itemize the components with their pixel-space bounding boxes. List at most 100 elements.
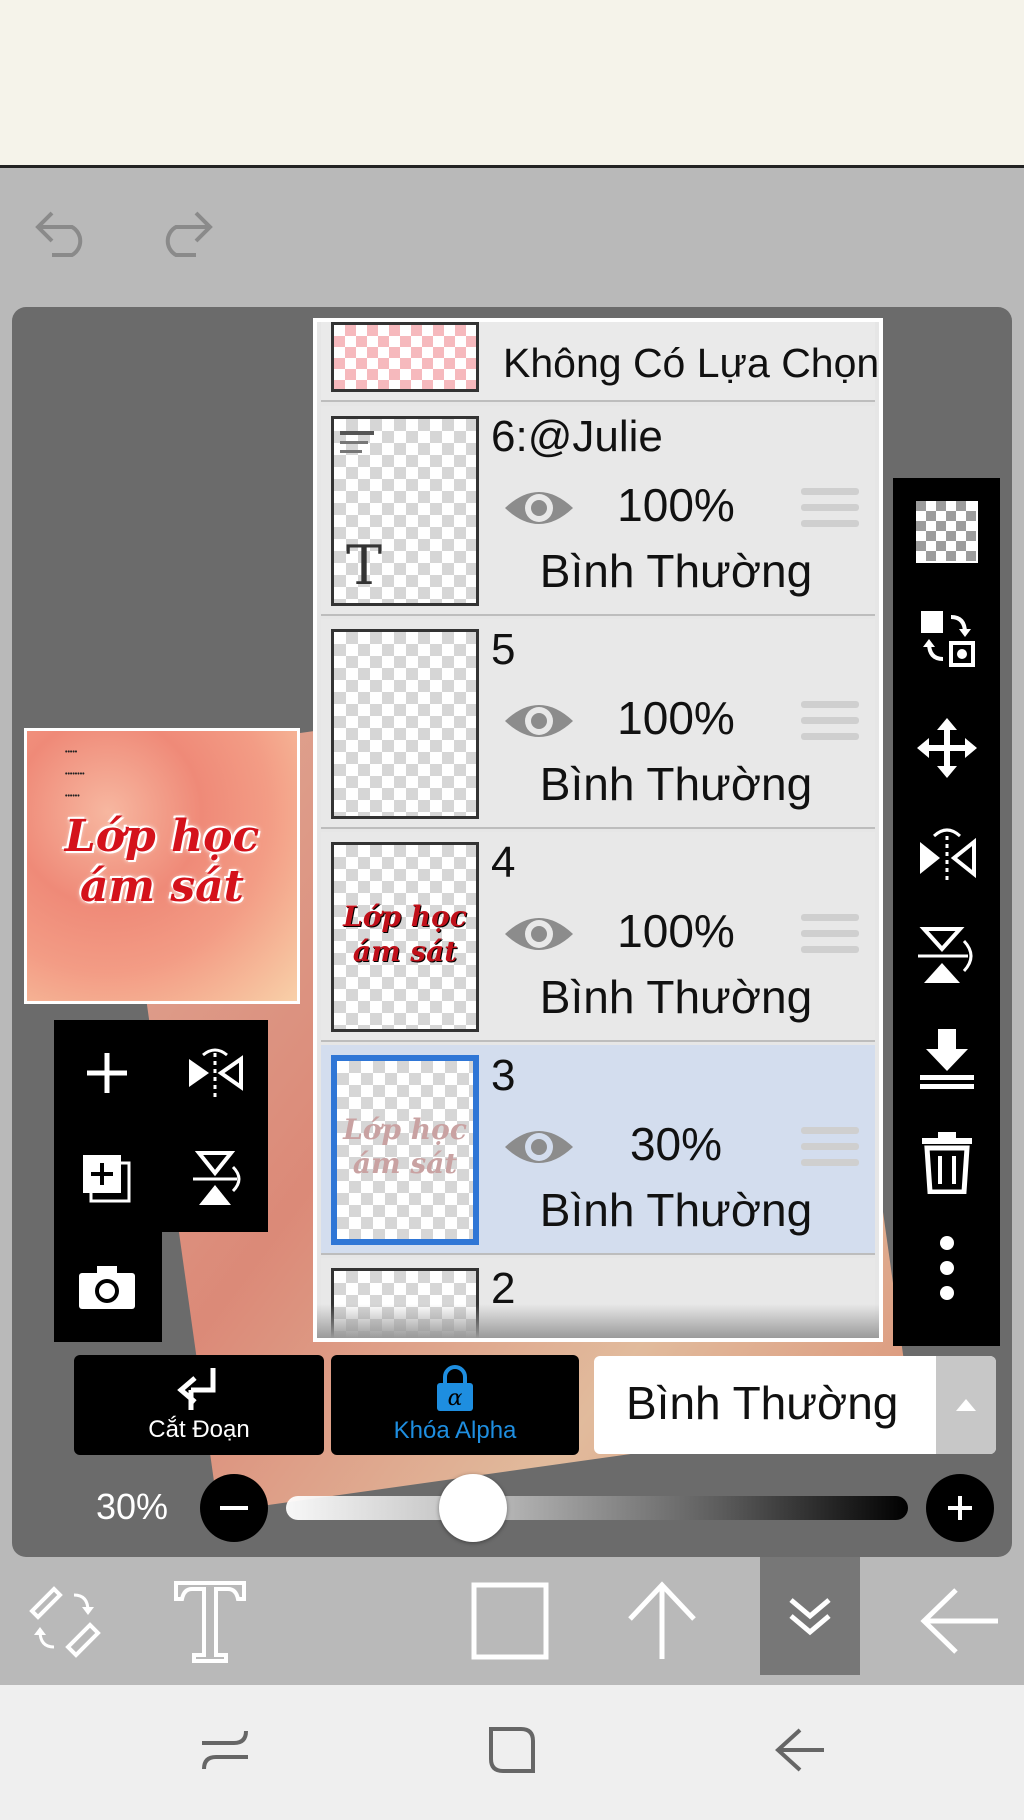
layer-name: 4 — [491, 838, 516, 887]
layer-thumbnail: Lớp học ám sát — [331, 842, 479, 1032]
plus-icon — [948, 1496, 972, 1520]
thumbnail-text-line2: ám sát — [352, 935, 458, 968]
layer-thumbnail — [331, 629, 479, 819]
clipping-label: Cắt Đoạn — [148, 1416, 250, 1443]
brush-eraser-toggle[interactable] — [14, 1567, 114, 1675]
flip-horizontal-button[interactable] — [162, 1020, 268, 1126]
redo-button[interactable] — [150, 200, 220, 264]
flip-vertical-layer-button[interactable] — [893, 906, 1000, 1006]
visibility-toggle[interactable] — [501, 482, 577, 534]
flip-vertical-icon — [193, 1151, 241, 1205]
recent-apps-button[interactable] — [185, 1715, 265, 1785]
camera-icon — [79, 1266, 135, 1309]
left-tool-palette — [54, 1020, 268, 1232]
text-tool-button[interactable] — [160, 1567, 260, 1675]
flip-horizontal-icon — [919, 828, 976, 880]
home-button[interactable] — [472, 1715, 552, 1785]
brush-eraser-icon — [29, 1586, 101, 1658]
drag-handle[interactable] — [801, 488, 859, 536]
system-back-button[interactable] — [760, 1715, 840, 1785]
delete-layer-button[interactable] — [893, 1112, 1000, 1212]
eye-icon — [505, 492, 573, 524]
alpha-lock-label: Khóa Alpha — [393, 1417, 517, 1444]
selection-layer-row[interactable]: Không Có Lựa Chọn — [321, 322, 879, 402]
drag-handle[interactable] — [801, 701, 859, 749]
back-button[interactable] — [910, 1567, 1010, 1675]
thumbnail-text-line2: ám sát — [352, 1147, 458, 1180]
layer-name: 5 — [491, 625, 516, 674]
layer-opacity: 100% — [617, 905, 735, 957]
opacity-slider-track[interactable] — [286, 1496, 908, 1520]
clip-arrow-icon — [177, 1368, 216, 1410]
recent-apps-icon — [202, 1730, 248, 1770]
opacity-slider-thumb[interactable] — [438, 1474, 507, 1542]
layers-panel-toggle[interactable] — [760, 1557, 860, 1675]
opacity-increase-button[interactable] — [926, 1474, 994, 1542]
drag-handle[interactable] — [801, 914, 859, 962]
layer-thumbnail: T — [331, 416, 479, 606]
layer-name: 6:@Julie — [491, 412, 663, 461]
top-status-area — [0, 0, 1024, 168]
transparent-fill-button[interactable] — [893, 482, 1000, 582]
undo-button[interactable] — [28, 200, 98, 264]
blend-mode-dropdown-toggle[interactable] — [936, 1356, 996, 1454]
layer-blend-mode: Bình Thường — [539, 1184, 813, 1236]
swap-icon — [920, 611, 975, 667]
arrow-left-icon — [920, 1588, 998, 1654]
text-tool-icon — [174, 1581, 246, 1663]
add-layer-button[interactable] — [54, 1020, 160, 1126]
move-layer-up-button[interactable] — [612, 1567, 712, 1675]
layer-opacity: 100% — [617, 479, 735, 531]
layer-thumbnail: Lớp học ám sát — [331, 1055, 479, 1245]
opacity-decrease-button[interactable] — [200, 1474, 268, 1542]
bottom-toolbar — [0, 1557, 1024, 1685]
visibility-toggle[interactable] — [501, 1121, 577, 1173]
blend-mode-select[interactable]: Bình Thường — [594, 1356, 996, 1454]
undo-icon — [35, 211, 83, 257]
move-button[interactable] — [893, 698, 1000, 798]
alpha-lock-button[interactable]: α Khóa Alpha — [331, 1355, 579, 1455]
layer-opacity: 30% — [629, 1118, 723, 1170]
more-options-button[interactable] — [893, 1218, 1000, 1318]
eye-icon — [505, 705, 573, 737]
layer-row-3[interactable]: Lớp học ám sát 3 30% Bình Thường — [321, 1045, 875, 1255]
layer-row-4[interactable]: Lớp học ám sát 4 100% Bình Thường — [321, 832, 875, 1042]
square-icon — [471, 1582, 549, 1660]
swap-layers-button[interactable] — [893, 588, 1000, 688]
layer-row-6[interactable]: T 6:@Julie 100% Bình Thường — [321, 406, 875, 616]
flip-vertical-button[interactable] — [162, 1126, 268, 1232]
layer-row-5[interactable]: 5 100% Bình Thường — [321, 619, 875, 829]
move-icon — [916, 718, 977, 778]
lock-alpha-icon: α — [437, 1365, 473, 1411]
preview-title-line1: Lớp học — [64, 811, 260, 862]
selection-thumbnail — [331, 322, 479, 392]
visibility-toggle[interactable] — [501, 695, 577, 747]
clipping-button[interactable]: Cắt Đoạn — [74, 1355, 324, 1455]
selection-tool-button[interactable] — [460, 1567, 560, 1675]
camera-button[interactable] — [54, 1234, 160, 1340]
system-navigation-bar — [0, 1685, 1024, 1820]
merge-down-button[interactable] — [893, 1008, 1000, 1108]
flip-vertical-icon — [917, 927, 972, 983]
no-selection-label: Không Có Lựa Chọn — [503, 340, 880, 386]
preview-title-line2: ám sát — [80, 861, 244, 912]
duplicate-layer-button[interactable] — [54, 1126, 160, 1232]
thumbnail-text-line1: Lớp học — [343, 1113, 467, 1146]
layer-blend-mode: Bình Thường — [539, 971, 813, 1023]
layer-blend-mode: Bình Thường — [539, 758, 813, 810]
layer-blend-mode: Bình Thường — [539, 545, 813, 597]
home-square-icon — [489, 1727, 535, 1773]
visibility-toggle[interactable] — [501, 908, 577, 960]
flip-horizontal-icon — [189, 1048, 243, 1097]
canvas-preview: ••••• •••••••• •••••• Lớp học ám sát — [24, 728, 300, 1004]
flip-horizontal-layer-button[interactable] — [893, 802, 1000, 902]
layer-list[interactable]: Không Có Lựa Chọn T 6:@Julie 100% Bình T… — [317, 322, 879, 1338]
opacity-value-label: 30% — [96, 1486, 169, 1527]
minus-icon — [220, 1506, 248, 1510]
duplicate-layer-icon — [83, 1155, 131, 1203]
drag-handle[interactable] — [801, 1127, 859, 1175]
chevron-double-down-icon — [789, 1598, 831, 1636]
eye-icon — [505, 1131, 573, 1163]
back-arrow-icon — [775, 1728, 824, 1772]
list-fade — [317, 1304, 879, 1338]
